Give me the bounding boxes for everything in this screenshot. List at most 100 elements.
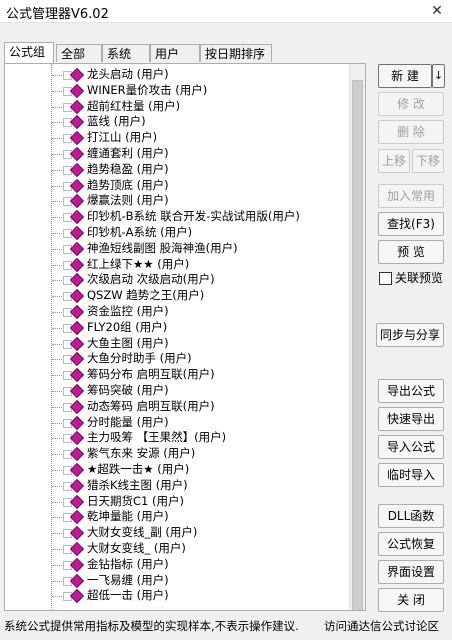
formula-gem-icon xyxy=(69,447,85,462)
quick-export-button[interactable]: 快速导出 xyxy=(378,407,444,431)
close-button[interactable]: 关 闭 xyxy=(378,588,444,612)
tree-item-label: 趋势顶底 (用户) xyxy=(87,177,169,192)
tree-item[interactable]: 印钞机-A系统 (用户) xyxy=(5,225,350,241)
tab-all[interactable]: 全部 xyxy=(56,44,102,62)
tree-item[interactable]: 超低一击 (用户) xyxy=(5,588,350,604)
tree-item-label: 爆赢法则 (用户) xyxy=(87,193,169,208)
formula-gem-icon xyxy=(69,115,85,130)
formula-restore-button[interactable]: 公式恢复 xyxy=(378,532,444,556)
tree-item[interactable]: 金钻指标 (用户) xyxy=(5,557,350,573)
tree-item[interactable]: FLY20组 (用户) xyxy=(5,320,350,336)
interface-settings-button[interactable]: 界面设置 xyxy=(378,560,444,584)
tree-item[interactable]: 筹码突破 (用户) xyxy=(5,383,350,399)
tree-branch-line xyxy=(52,138,62,140)
formula-gem-icon xyxy=(69,510,85,525)
tree-item[interactable]: 分时能量 (用户) xyxy=(5,415,350,431)
find-button[interactable]: 查找(F3) xyxy=(378,212,444,236)
tree-branch-line xyxy=(52,233,62,234)
tree-item-label: 金钻指标 (用户) xyxy=(87,556,169,571)
tree-item[interactable]: 次级启动 次级启动(用户) xyxy=(5,272,350,288)
export-button[interactable]: 导出公式 xyxy=(378,379,444,403)
tree-item[interactable]: 打江山 (用户) xyxy=(5,130,350,146)
tree-branch-line xyxy=(52,90,62,92)
tab-system[interactable]: 系统 xyxy=(102,44,150,62)
tree-item[interactable]: 大财女变线_ (用户) xyxy=(5,541,350,557)
tree-branch-line xyxy=(52,296,62,298)
tree-item[interactable]: 大财女变线_副 (用户) xyxy=(5,525,350,541)
preview-button[interactable]: 预 览 xyxy=(378,240,444,264)
tree-item[interactable]: 神渔短线副图 股海神渔(用户) xyxy=(5,241,350,257)
tree-item[interactable]: 趋势稳盈 (用户) xyxy=(5,162,350,178)
tree-branch-line xyxy=(52,580,62,582)
edit-button[interactable]: 修 改 xyxy=(378,92,444,116)
tree-branch-line xyxy=(52,75,62,76)
vertical-scrollbar[interactable] xyxy=(349,64,365,610)
tree-branch-line xyxy=(52,470,62,471)
tree-item[interactable]: 一飞易缠 (用户) xyxy=(5,573,350,589)
formula-gem-icon xyxy=(69,383,85,399)
tree-item[interactable]: 印钞机-B系统 联合开发-实战试用版(用户) xyxy=(5,209,350,225)
tree-branch-line xyxy=(52,422,62,424)
import-button[interactable]: 导入公式 xyxy=(378,435,444,459)
scrollbar-thumb[interactable] xyxy=(352,80,363,610)
tree-branch-line xyxy=(52,359,62,361)
checkbox-box[interactable] xyxy=(379,272,392,285)
tree-item-label: 打江山 (用户) xyxy=(87,130,158,145)
tab-user[interactable]: 用户 xyxy=(150,44,200,62)
move-down-button[interactable]: 下移 xyxy=(412,149,444,173)
new-button[interactable]: 新 建 xyxy=(378,64,432,88)
forum-link[interactable]: 访问通达信公式讨论区 xyxy=(324,618,439,634)
tree-item[interactable]: 趋势顶底 (用户) xyxy=(5,178,350,194)
dll-functions-button[interactable]: DLL函数 xyxy=(378,504,444,528)
tree-item-label: 猎杀K线主图 (用户) xyxy=(87,477,188,492)
tree-item[interactable]: 爆赢法则 (用户) xyxy=(5,193,350,209)
tree-item[interactable]: 大鱼主图 (用户) xyxy=(5,336,350,352)
tree-item[interactable]: 猎杀K线主图 (用户) xyxy=(5,478,350,494)
tree-item[interactable]: 大鱼分时助手 (用户) xyxy=(5,351,350,367)
new-dropdown-arrow-icon[interactable]: ↓ xyxy=(432,64,445,88)
tree-item[interactable]: QSZW 趋势之王(用户) xyxy=(5,288,350,304)
tab-formula-group[interactable]: 公式组 xyxy=(4,42,54,63)
close-icon[interactable]: ✕ xyxy=(422,0,452,22)
linked-preview-checkbox[interactable]: 关联预览 xyxy=(379,270,449,286)
temp-import-button[interactable]: 临时导入 xyxy=(378,463,444,487)
formula-gem-icon xyxy=(69,257,85,272)
formula-gem-icon xyxy=(69,352,85,367)
tree-item[interactable]: 龙头启动 (用户) xyxy=(5,67,350,83)
tree-item[interactable]: 超前红柱量 (用户) xyxy=(5,99,350,115)
tree-branch-line xyxy=(52,517,62,519)
tree-item[interactable]: 筹码分布 启明互联(用户) xyxy=(5,367,350,383)
tree-item[interactable]: 红上绿下★★ (用户) xyxy=(5,257,350,273)
tree-branch-line xyxy=(52,406,62,408)
tree-item[interactable]: 蓝线 (用户) xyxy=(5,114,350,130)
formula-gem-icon xyxy=(69,431,85,446)
add-common-button[interactable]: 加入常用 xyxy=(378,184,444,208)
move-up-button[interactable]: 上移 xyxy=(378,149,410,173)
tab-sort-by-date[interactable]: 按日期排序 xyxy=(200,44,272,62)
tree-item-label: 大鱼主图 (用户) xyxy=(87,335,169,350)
tree-item[interactable]: 动态筹码 启明互联(用户) xyxy=(5,399,350,415)
tree-item-label: 资金监控 (用户) xyxy=(87,304,169,318)
tree-branch-line xyxy=(52,169,62,171)
tree-item[interactable]: 乾坤量能 (用户) xyxy=(5,509,350,525)
tree-item[interactable]: 缠通套利 (用户) xyxy=(5,146,350,162)
tree-item-label: QSZW 趋势之王(用户) xyxy=(87,288,205,303)
formula-gem-icon xyxy=(69,210,85,225)
tree-item-label: 红上绿下★★ (用户) xyxy=(87,256,190,271)
formula-gem-icon xyxy=(69,289,85,304)
tree-item[interactable]: 资金监控 (用户) xyxy=(5,304,350,320)
tree-branch-line xyxy=(52,264,62,266)
formula-tree[interactable]: 龙头启动 (用户) WINER量价攻击 (用户) 超前红柱量 (用户) 蓝线 (用户)… xyxy=(4,63,366,611)
sync-share-button[interactable]: 同步与分享 xyxy=(376,323,444,347)
formula-gem-icon xyxy=(69,146,85,162)
tree-item[interactable]: 紫气东来 安源 (用户) xyxy=(5,446,350,462)
delete-button[interactable]: 删 除 xyxy=(378,120,444,144)
tree-item[interactable]: WINER量价攻击 (用户) xyxy=(5,83,350,99)
tree-item-label: 大财女变线_副 (用户) xyxy=(87,525,198,540)
tree-item[interactable]: ★超跌一击★ (用户) xyxy=(5,462,350,478)
tree-item[interactable]: 日天期货C1 (用户) xyxy=(5,494,350,510)
tree-item[interactable]: 主力吸筹 【王果然】(用户) xyxy=(5,430,350,446)
tree-item-label: 次级启动 次级启动(用户) xyxy=(87,272,215,287)
formula-gem-icon xyxy=(69,162,85,177)
tree-item-label: 趋势稳盈 (用户) xyxy=(87,161,169,176)
